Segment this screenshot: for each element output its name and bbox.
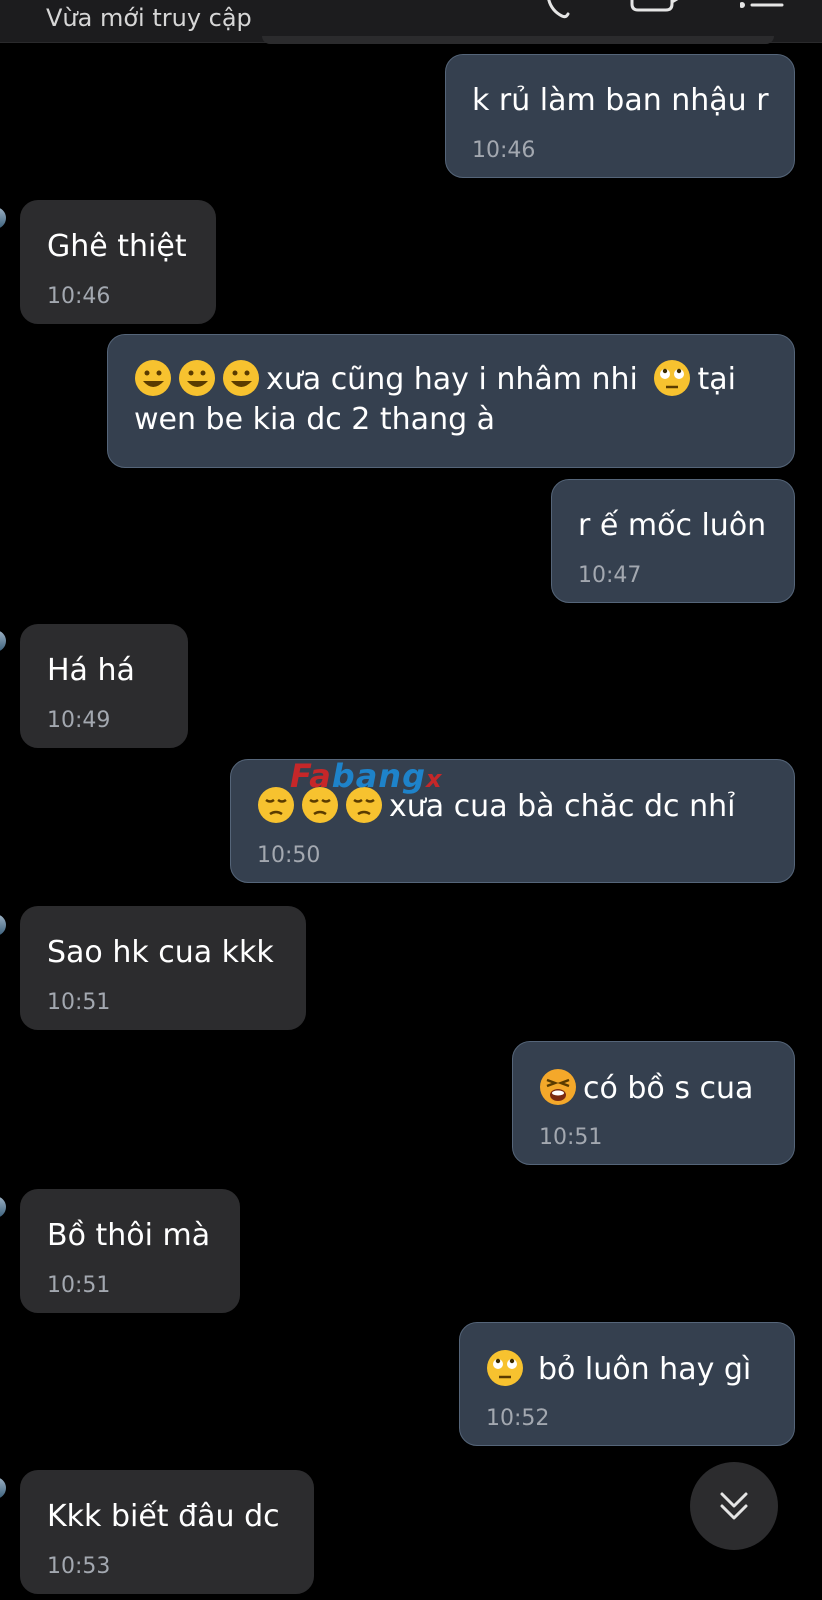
- message-time: 10:46: [472, 138, 536, 163]
- message-text: Kkk biết đâu dc: [47, 1499, 280, 1534]
- message-text: Sao hk cua kkk: [47, 935, 274, 970]
- message-text: bỏ luôn hay gì: [486, 1349, 768, 1390]
- message-time: 10:52: [486, 1406, 550, 1431]
- tired-face-emoji: [539, 1068, 577, 1106]
- grinning-smirk-emoji: [134, 359, 172, 397]
- message-time: 10:46: [47, 284, 111, 309]
- message-bubble-outgoing[interactable]: k rủ làm ban nhậu r 10:46: [445, 54, 795, 178]
- grinning-smirk-emoji: [222, 359, 260, 397]
- video-icon[interactable]: [630, 0, 690, 26]
- message-bubble-outgoing[interactable]: xưa cũng hay i nhâm nhi tại wen be kia d…: [107, 334, 795, 468]
- chat-header: Vừa mới truy cập: [0, 0, 822, 44]
- watermark-logo: Fabangx: [290, 757, 443, 795]
- message-text: Ghê thiệt: [47, 229, 187, 264]
- phone-icon[interactable]: [538, 0, 598, 26]
- message-time: 10:49: [47, 708, 111, 733]
- message-time: 10:47: [578, 563, 642, 588]
- message-time: 10:51: [539, 1125, 603, 1150]
- message-time: 10:53: [47, 1554, 111, 1579]
- message-text-part: có bồ s cua: [583, 1071, 754, 1106]
- avatar[interactable]: [0, 207, 6, 229]
- avatar[interactable]: [0, 914, 6, 936]
- eye-roll-emoji: [486, 1349, 524, 1387]
- message-text-part: xưa cũng hay i nhâm nhi: [266, 362, 638, 397]
- message-time: 10:50: [257, 843, 321, 868]
- scroll-to-bottom-button[interactable]: [690, 1462, 778, 1550]
- message-bubble-incoming[interactable]: Sao hk cua kkk 10:51: [20, 906, 306, 1030]
- message-bubble-incoming[interactable]: Ghê thiệt 10:46: [20, 200, 216, 324]
- message-text: xưa cũng hay i nhâm nhi tại wen be kia d…: [134, 359, 768, 440]
- message-text: Há há: [47, 653, 135, 688]
- message-text: k rủ làm ban nhậu r: [472, 83, 769, 118]
- pinned-bar: [262, 36, 774, 44]
- eye-roll-emoji: [653, 359, 691, 397]
- message-text: có bồ s cua: [539, 1068, 768, 1109]
- grinning-smirk-emoji: [178, 359, 216, 397]
- avatar[interactable]: [0, 1196, 6, 1218]
- message-time: 10:51: [47, 990, 111, 1015]
- message-text-part: bỏ luôn hay gì: [538, 1352, 752, 1387]
- message-bubble-outgoing[interactable]: r ế mốc luôn 10:47: [551, 479, 795, 603]
- avatar[interactable]: [0, 1477, 6, 1499]
- message-time: 10:51: [47, 1273, 111, 1298]
- message-bubble-outgoing[interactable]: có bồ s cua 10:51: [512, 1041, 795, 1165]
- menu-icon[interactable]: [740, 0, 800, 26]
- message-text: r ế mốc luôn: [578, 508, 767, 543]
- message-bubble-outgoing[interactable]: bỏ luôn hay gì 10:52: [459, 1322, 795, 1446]
- message-bubble-incoming[interactable]: Kkk biết đâu dc 10:53: [20, 1470, 314, 1594]
- online-status: Vừa mới truy cập: [46, 4, 252, 32]
- message-bubble-incoming[interactable]: Há há 10:49: [20, 624, 188, 748]
- message-text: Bồ thôi mà: [47, 1218, 211, 1253]
- message-bubble-incoming[interactable]: Bồ thôi mà 10:51: [20, 1189, 240, 1313]
- avatar[interactable]: [0, 630, 6, 652]
